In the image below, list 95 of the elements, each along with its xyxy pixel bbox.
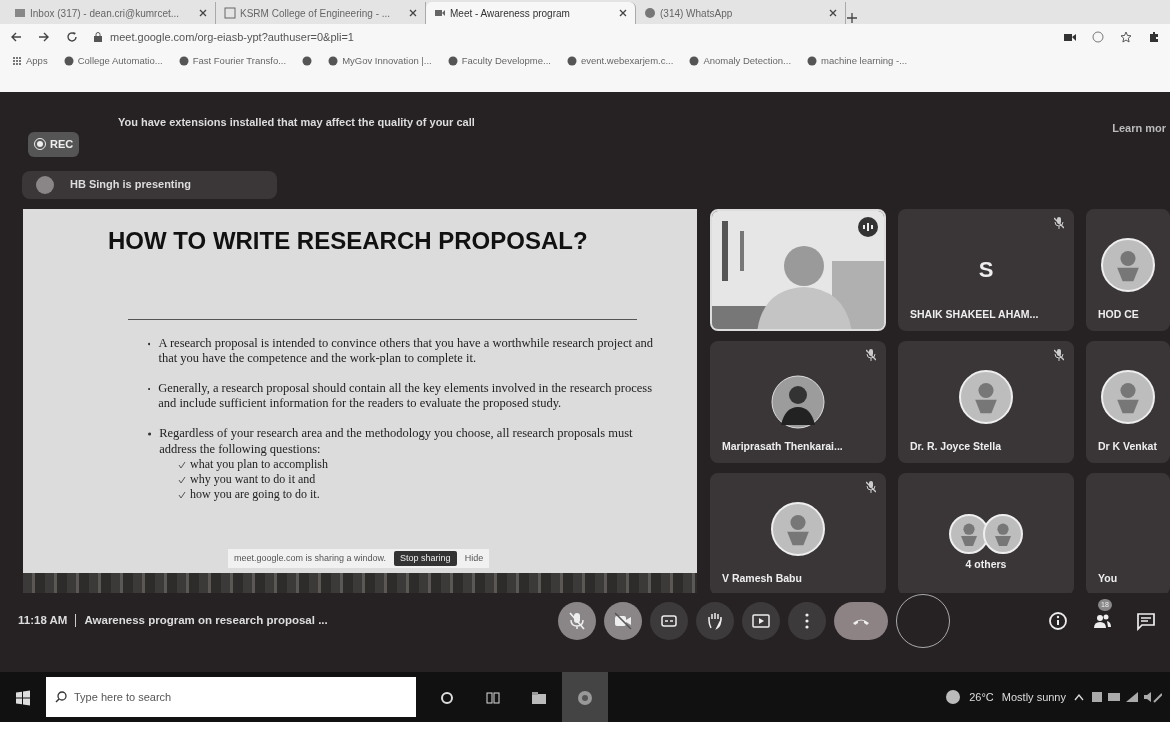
close-icon[interactable] — [829, 9, 837, 17]
camera-icon[interactable] — [1064, 32, 1076, 42]
bookmark[interactable]: Anomaly Detection... — [689, 53, 792, 69]
raise-hand-button[interactable] — [696, 601, 734, 640]
new-tab-icon[interactable] — [846, 12, 858, 24]
tab-icon — [224, 7, 236, 19]
browser-tab[interactable]: Meet - Awareness program — [426, 2, 636, 24]
temperature: 26°C — [969, 689, 994, 705]
avatar — [771, 374, 825, 429]
folder-icon — [531, 689, 547, 706]
participant-name: V Ramesh Babu — [722, 570, 802, 586]
globe-icon — [689, 56, 700, 66]
globe-icon — [566, 56, 577, 66]
close-icon[interactable] — [409, 9, 417, 17]
close-icon[interactable] — [619, 9, 627, 17]
slide-title: HOW TO WRITE RESEARCH PROPOSAL? — [108, 225, 589, 256]
avatar — [1101, 369, 1155, 424]
sharing-text: meet.google.com is sharing a window. — [234, 551, 387, 565]
lock-icon — [94, 32, 102, 42]
learn-more-link[interactable]: Learn mor — [1112, 120, 1166, 137]
globe-icon — [178, 56, 189, 66]
bookmark[interactable]: Apps — [12, 53, 48, 69]
recording-badge: REC — [28, 132, 80, 157]
record-icon — [34, 138, 46, 151]
bullet-point: Regardless of your research area and the methodology you choose, all research proposals must address the following questions: — [159, 426, 634, 458]
browser-button[interactable] — [562, 672, 608, 722]
camera-off-icon — [612, 609, 634, 632]
bullet-point: A research proposal is intended to convince others that you have a worthwhile research project and that you have the competence and the work-plan to complete it. — [158, 335, 655, 367]
bookmark[interactable]: Faculty Developme... — [447, 53, 551, 69]
stop-sharing-button[interactable]: Stop sharing — [394, 550, 457, 566]
back-icon[interactable] — [10, 31, 22, 43]
sun-icon — [945, 689, 962, 705]
search-field[interactable]: Type here to search — [46, 677, 416, 717]
present-button[interactable] — [742, 601, 780, 640]
banner-text: You have extensions installed that may affect the quality of your call — [118, 116, 475, 128]
tab-icon — [644, 7, 656, 19]
tab-icon — [434, 7, 446, 19]
address-bar[interactable]: meet.google.com/org-eiasb-ypt?authuser=0&pli=1 — [110, 28, 354, 46]
star-icon[interactable] — [1120, 31, 1132, 43]
circle-icon — [439, 689, 455, 706]
avatar-icon — [36, 175, 54, 194]
presenting-banner: HB Singh is presenting — [22, 170, 277, 199]
bookmark[interactable]: machine learning -... — [807, 53, 908, 69]
task-view-icon — [485, 689, 501, 706]
bookmark[interactable]: Fast Fourier Transfo... — [178, 53, 287, 69]
participant-name: 4 others — [965, 556, 1007, 572]
close-icon[interactable] — [199, 9, 207, 17]
globe-icon — [447, 56, 458, 66]
participant-name: SHAIK SHAKEEL AHAM... — [910, 306, 1039, 322]
more-icon — [804, 612, 810, 629]
bullet-icon — [148, 341, 151, 346]
avatar — [983, 513, 1023, 554]
forward-icon[interactable] — [38, 31, 50, 43]
tab-icon — [14, 7, 26, 19]
apps-icon — [12, 56, 22, 66]
participant-name: You — [1098, 570, 1118, 586]
reload-icon[interactable] — [66, 31, 78, 43]
camera-button[interactable] — [604, 601, 642, 640]
sub-point: what you plan to accomplish — [190, 457, 328, 473]
browser-icon — [577, 689, 593, 706]
bullet-point: Generally, a research proposal should contain all the key elements involved in the research process and include sufficient information for the readers to evaluate the proposed study. — [158, 380, 654, 412]
weather-text: Mostly sunny — [1001, 689, 1066, 705]
globe-icon — [302, 56, 313, 66]
bookmark[interactable] — [302, 56, 313, 66]
meeting-time: 11:18 AM — [18, 612, 68, 628]
bookmark[interactable]: College Automatio... — [63, 53, 163, 69]
bullet-icon — [148, 432, 152, 436]
globe-icon — [328, 56, 339, 66]
more-options-button[interactable] — [788, 601, 826, 640]
chat-button[interactable] — [1136, 610, 1156, 631]
globe-icon — [63, 56, 74, 66]
participant-name: Dr. R. Joyce Stella — [910, 438, 1002, 454]
bookmark[interactable]: MyGov Innovation |... — [328, 53, 432, 69]
tray-icons-drawing — [1092, 690, 1162, 704]
puzzle-icon[interactable] — [1148, 31, 1160, 43]
search-icon — [55, 691, 67, 703]
participant-name: HOD CE — [1098, 306, 1139, 322]
sub-point: why you want to do it and — [190, 472, 316, 488]
avatar: S — [977, 256, 995, 284]
bookmark[interactable]: event.webexarjem.c... — [566, 53, 674, 69]
avatar — [1101, 237, 1155, 292]
meeting-title: Awareness program on research proposal ... — [84, 612, 328, 628]
sub-point: how you are going to do it. — [190, 487, 320, 503]
avatar — [959, 369, 1013, 424]
participant-name: Dr K Venkat — [1098, 438, 1157, 454]
captions-button[interactable] — [650, 601, 688, 640]
avatar — [771, 501, 825, 556]
microphone-button[interactable] — [558, 601, 596, 640]
globe-icon — [807, 56, 818, 66]
windows-icon — [15, 689, 31, 706]
info-button[interactable] — [1048, 610, 1068, 631]
chevron-up-icon[interactable] — [1074, 693, 1084, 701]
hide-button[interactable]: Hide — [464, 551, 484, 565]
participant-name: Mariprasath Thenkarai... — [722, 438, 843, 454]
end-call-button[interactable] — [834, 601, 888, 640]
